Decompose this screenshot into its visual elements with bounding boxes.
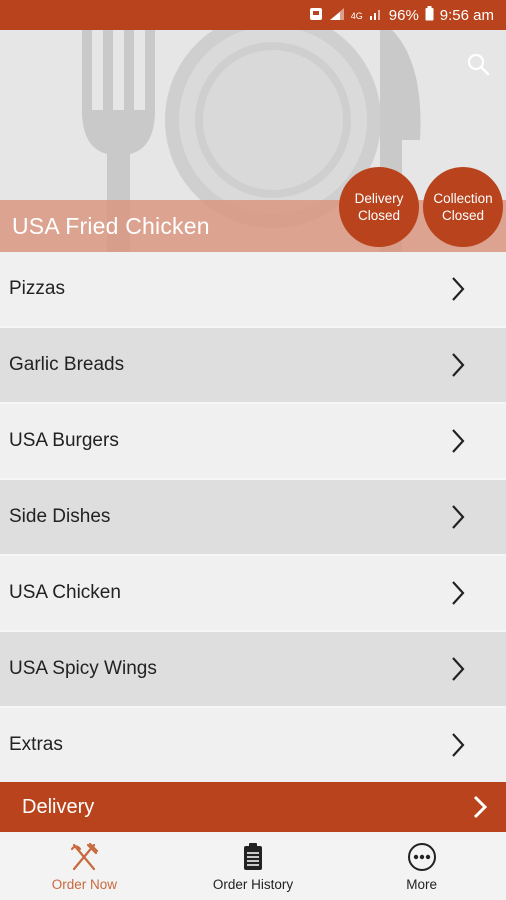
menu-item-pizzas[interactable]: Pizzas [0, 252, 506, 328]
wifi-signal-icon [329, 7, 345, 25]
cell-signal-icon [369, 7, 383, 25]
menu-item-usa-spicy-wings[interactable]: USA Spicy Wings [0, 632, 506, 708]
chevron-right-icon [452, 505, 465, 529]
tab-label: More [406, 876, 438, 892]
search-icon[interactable] [466, 52, 490, 76]
chevron-right-icon [452, 277, 465, 301]
menu-item-usa-burgers[interactable]: USA Burgers [0, 404, 506, 480]
menu-item-usa-chicken[interactable]: USA Chicken [0, 556, 506, 632]
menu-item-label: Pizzas [9, 278, 65, 299]
menu-item-label: USA Burgers [9, 430, 119, 451]
notification-icon [309, 7, 323, 25]
menu-item-label: Garlic Breads [9, 354, 125, 375]
collection-status-badge[interactable]: Collection Closed [423, 167, 503, 247]
bottom-tab-bar: Order Now Order History More [0, 832, 506, 900]
chevron-right-icon [452, 733, 465, 757]
tab-order-history[interactable]: Order History [169, 832, 338, 900]
menu-item-label: Side Dishes [9, 506, 111, 527]
clock: 9:56 am [439, 7, 494, 24]
chevron-right-icon [452, 657, 465, 681]
battery-icon [425, 6, 434, 25]
delivery-status-badge[interactable]: Delivery Closed [339, 167, 419, 247]
tab-order-now[interactable]: Order Now [0, 832, 169, 900]
delivery-mode-bar[interactable]: Delivery [0, 782, 506, 832]
collection-badge-title: Collection [433, 191, 493, 206]
menu-item-extras[interactable]: Extras [0, 708, 506, 784]
menu-item-side-dishes[interactable]: Side Dishes [0, 480, 506, 556]
restaurant-name: USA Fried Chicken [12, 213, 210, 239]
clipboard-icon [244, 842, 262, 870]
delivery-badge-status: Closed [357, 208, 401, 223]
menu-item-label: USA Chicken [9, 582, 121, 603]
chevron-right-icon [452, 353, 465, 377]
menu-category-list: Pizzas Garlic Breads USA Burgers Side Di… [0, 252, 506, 784]
restaurant-header: USA Fried Chicken Delivery Closed Collec… [0, 30, 506, 252]
status-bar: 4G 96% 9:56 am [0, 0, 506, 30]
more-dots-icon [407, 842, 436, 871]
menu-item-label: Extras [9, 734, 63, 755]
network-type-label: 4G [350, 10, 363, 21]
menu-item-label: USA Spicy Wings [9, 658, 157, 679]
menu-item-garlic-breads[interactable]: Garlic Breads [0, 328, 506, 404]
tab-more[interactable]: More [337, 832, 506, 900]
chevron-right-icon [452, 429, 465, 453]
chevron-right-icon [473, 795, 488, 819]
fork-knife-icon [71, 842, 99, 870]
delivery-badge-title: Delivery [354, 191, 404, 206]
tab-label: Order History [212, 876, 294, 892]
collection-badge-status: Closed [441, 208, 485, 223]
delivery-bar-label: Delivery [22, 795, 95, 818]
battery-percentage: 96% [388, 7, 419, 24]
chevron-right-icon [452, 581, 465, 605]
tab-label: Order Now [51, 876, 117, 892]
